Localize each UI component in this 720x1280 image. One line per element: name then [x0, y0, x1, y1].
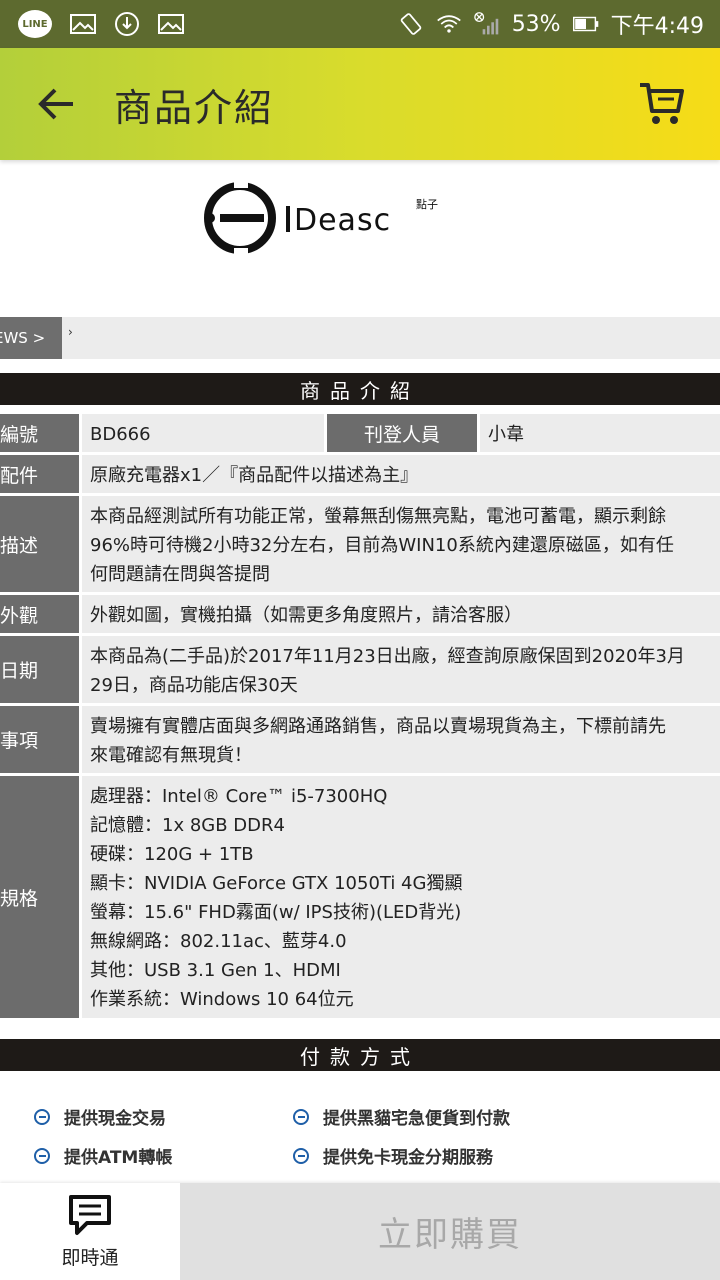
- svg-text:點子: 點子: [416, 198, 438, 211]
- line-app-icon: LINE: [18, 10, 52, 38]
- spec-os: 作業系統：Windows 10 64位元: [90, 989, 354, 1010]
- spec-gpu: 顯卡：NVIDIA GeForce GTX 1050Ti 4G獨顯: [90, 873, 463, 894]
- payment-bullet-icon: [34, 1147, 50, 1164]
- bottom-action-bar: 即時通 立即購買: [0, 1183, 720, 1280]
- image-notification-icon-2: [158, 13, 184, 35]
- payment-bullet-icon: [34, 1108, 50, 1125]
- row-notice: 事項 賣場擁有實體店面與多網路通路銷售，商品以賣場現貨為主，下標前請先 來電確認…: [0, 706, 720, 773]
- status-bar: LINE 53% 下午4:49: [0, 0, 720, 48]
- spec-other: 其他：USB 3.1 Gen 1、HDMI: [90, 960, 341, 981]
- payment-header: 付款方式: [0, 1039, 720, 1071]
- payment-item: 提供ATM轉帳: [34, 1143, 172, 1168]
- payment-item: 提供黑貓宅急便貨到付款: [293, 1104, 510, 1129]
- row-date: 日期 本商品為(二手品)於2017年11月23日出廠，經查詢原廠保固到2020年…: [0, 636, 720, 703]
- row-item-number: 編號 BD666 刊登人員 小韋: [0, 414, 720, 452]
- store-logo-area: Deasc 點子: [0, 160, 720, 310]
- spec-screen: 螢幕：15.6" FHD霧面(w/ IPS技術)(LED背光): [90, 902, 462, 923]
- value-appearance: 外觀如圖，實機拍攝（如需更多角度照片，請洽客服）: [82, 595, 720, 633]
- wifi-icon: [436, 13, 462, 35]
- buy-now-button[interactable]: 立即購買: [180, 1183, 720, 1280]
- payment-bullet-icon: [293, 1108, 309, 1125]
- cart-icon: [640, 83, 684, 124]
- cart-button[interactable]: [634, 76, 690, 132]
- clock: 下午4:49: [610, 14, 704, 39]
- download-notification-icon: [114, 12, 140, 36]
- value-publisher: 小韋: [480, 414, 720, 452]
- payment-item: 提供現金交易: [34, 1104, 166, 1129]
- label-accessories: 配件: [0, 455, 79, 493]
- label-appearance: 外觀: [0, 595, 79, 633]
- spec-cpu: 處理器：Intel® Core™ i5-7300HQ: [90, 786, 388, 807]
- label-specs: 規格: [0, 776, 79, 1018]
- value-notice: 賣場擁有實體店面與多網路通路銷售，商品以賣場現貨為主，下標前請先 來電確認有無現…: [82, 706, 720, 773]
- label-date: 日期: [0, 636, 79, 703]
- spec-wireless: 無線網路：802.11ac、藍芽4.0: [90, 931, 347, 952]
- page-title: 商品介紹: [114, 85, 275, 130]
- app-bar: 商品介紹: [0, 48, 720, 160]
- value-accessories: 原廠充電器x1／『商品配件以描述為主』: [82, 455, 720, 493]
- chat-button[interactable]: 即時通: [0, 1183, 180, 1280]
- label-notice: 事項: [0, 706, 79, 773]
- battery-icon: [572, 13, 599, 35]
- payment-methods: 提供現金交易 提供黑貓宅急便貨到付款 提供ATM轉帳 提供免卡現金分期服務: [0, 1085, 720, 1185]
- value-description: 本商品經測試所有功能正常，螢幕無刮傷無亮點，電池可蓄電，顯示剩餘 96%時可待機…: [82, 496, 720, 592]
- row-specs: 規格 處理器：Intel® Core™ i5-7300HQ 記憶體：1x 8GB…: [0, 776, 720, 1018]
- breadcrumb-news-link[interactable]: EWS >: [0, 317, 62, 359]
- value-specs: 處理器：Intel® Core™ i5-7300HQ 記憶體：1x 8GB DD…: [82, 776, 720, 1018]
- product-intro-header: 商品介紹: [0, 373, 720, 405]
- chat-label: 即時通: [61, 1247, 119, 1269]
- row-description: 描述 本商品經測試所有功能正常，螢幕無刮傷無亮點，電池可蓄電，顯示剩餘 96%時…: [0, 496, 720, 592]
- back-arrow-icon: [38, 88, 73, 120]
- payment-item: 提供免卡現金分期服務: [293, 1143, 493, 1168]
- svg-text:Deasc: Deasc: [294, 203, 391, 238]
- signal-icon: [473, 12, 500, 35]
- chat-icon: [69, 1195, 111, 1235]
- breadcrumb-separator: ›: [68, 325, 73, 339]
- row-appearance: 外觀 外觀如圖，實機拍攝（如需更多角度照片，請洽客服）: [0, 595, 720, 633]
- idea3c-logo: Deasc 點子: [204, 178, 438, 258]
- spec-storage: 硬碟：120G + 1TB: [90, 844, 254, 865]
- back-button[interactable]: [22, 69, 92, 139]
- product-info-table: 編號 BD666 刊登人員 小韋 配件 原廠充電器x1／『商品配件以描述為主』 …: [0, 414, 720, 1021]
- value-date: 本商品為(二手品)於2017年11月23日出廠，經查詢原廠保固到2020年3月 …: [82, 636, 720, 703]
- payment-bullet-icon: [293, 1147, 309, 1164]
- value-item-number: BD666: [82, 414, 324, 452]
- breadcrumb: EWS > ›: [0, 317, 720, 359]
- battery-percent: 53%: [511, 11, 561, 37]
- spec-ram: 記憶體：1x 8GB DDR4: [90, 815, 285, 836]
- row-accessories: 配件 原廠充電器x1／『商品配件以描述為主』: [0, 455, 720, 493]
- vibrate-icon: [398, 13, 424, 35]
- image-notification-icon: [70, 13, 96, 35]
- label-item-number: 編號: [0, 414, 79, 452]
- label-publisher: 刊登人員: [327, 414, 477, 452]
- label-description: 描述: [0, 496, 79, 592]
